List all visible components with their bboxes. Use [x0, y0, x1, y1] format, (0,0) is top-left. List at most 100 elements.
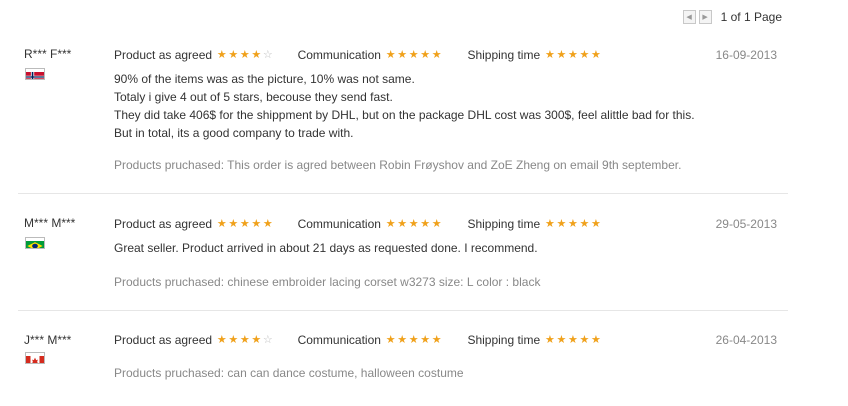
star-rating: ★ ★ ★ ★ ★: [385, 334, 443, 346]
chevron-left-icon[interactable]: ◀: [682, 10, 696, 24]
page-indicator: 1 of 1 Page: [720, 10, 782, 24]
star-filled-icon: ★: [385, 334, 396, 346]
star-filled-icon: ★: [567, 49, 578, 61]
star-filled-icon: ★: [420, 334, 431, 346]
star-rating: ★ ★ ★ ★ ☆: [216, 49, 274, 61]
review-text-line: 90% of the items was as the picture, 10%…: [114, 72, 415, 86]
star-rating: ★ ★ ★ ★ ★: [385, 218, 443, 230]
rating-row: Product as agreed ★ ★ ★ ★ ☆ Communication ★ ★…: [114, 333, 602, 347]
star-filled-icon: ★: [556, 334, 567, 346]
star-filled-icon: ★: [431, 334, 442, 346]
star-filled-icon: ★: [567, 334, 578, 346]
star-filled-icon: ★: [216, 49, 227, 61]
star-filled-icon: ★: [228, 334, 239, 346]
rating-communication: Communication ★ ★ ★ ★ ★: [298, 48, 443, 62]
star-filled-icon: ★: [567, 218, 578, 230]
review-text: Great seller. Product arrived in about 2…: [114, 239, 538, 257]
rating-label-product: Product as agreed: [114, 217, 213, 231]
star-filled-icon: ★: [216, 334, 227, 346]
star-filled-icon: ★: [216, 218, 227, 230]
star-filled-icon: ★: [556, 218, 567, 230]
star-filled-icon: ★: [397, 334, 408, 346]
star-rating: ★ ★ ★ ★ ★: [544, 334, 602, 346]
star-filled-icon: ★: [544, 49, 555, 61]
star-filled-icon: ★: [579, 334, 590, 346]
review-text-line: But in total, its a good company to trad…: [114, 126, 354, 140]
star-filled-icon: ★: [408, 334, 419, 346]
star-filled-icon: ★: [420, 49, 431, 61]
rating-shipping: Shipping time ★ ★ ★ ★ ★: [467, 217, 601, 231]
rating-product: Product as agreed ★ ★ ★ ★ ☆: [114, 333, 274, 347]
review-text-line: They did take 406$ for the shippment by …: [114, 108, 695, 122]
star-filled-icon: ★: [239, 218, 250, 230]
reviewer-name: R*** F***: [24, 47, 72, 61]
rating-shipping: Shipping time ★ ★ ★ ★ ★: [467, 333, 601, 347]
star-filled-icon: ★: [590, 218, 601, 230]
rating-label-product: Product as agreed: [114, 48, 213, 62]
rating-row: Product as agreed ★ ★ ★ ★ ★ Communication ★ ★…: [114, 217, 602, 231]
star-filled-icon: ★: [251, 334, 262, 346]
star-filled-icon: ★: [590, 49, 601, 61]
products-purchased: Products pruchased: can can dance costum…: [114, 366, 464, 380]
rating-label-communication: Communication: [297, 333, 381, 347]
divider: [18, 310, 788, 311]
rating-communication: Communication ★ ★ ★ ★ ★: [298, 217, 443, 231]
star-filled-icon: ★: [228, 49, 239, 61]
star-filled-icon: ★: [385, 218, 396, 230]
star-filled-icon: ★: [556, 49, 567, 61]
star-filled-icon: ★: [590, 334, 601, 346]
review-date: 16-09-2013: [715, 48, 777, 62]
rating-label-shipping: Shipping time: [467, 48, 541, 62]
star-filled-icon: ★: [239, 49, 250, 61]
star-filled-icon: ★: [544, 218, 555, 230]
star-empty-icon: ☆: [262, 49, 273, 61]
star-filled-icon: ★: [397, 49, 408, 61]
rating-product: Product as agreed ★ ★ ★ ★ ★: [114, 217, 274, 231]
review-text: 90% of the items was as the picture, 10%…: [114, 70, 695, 142]
star-rating: ★ ★ ★ ★ ☆: [216, 334, 274, 346]
star-filled-icon: ★: [544, 334, 555, 346]
rating-label-communication: Communication: [297, 217, 381, 231]
star-rating: ★ ★ ★ ★ ★: [544, 218, 602, 230]
star-filled-icon: ★: [251, 49, 262, 61]
pagination: ◀ ▶ 1 of 1 Page: [682, 10, 782, 24]
star-empty-icon: ☆: [262, 334, 273, 346]
divider: [18, 193, 788, 194]
canada-flag-icon: [25, 352, 45, 364]
rating-shipping: Shipping time ★ ★ ★ ★ ★: [467, 48, 601, 62]
star-filled-icon: ★: [431, 218, 442, 230]
reviewer-name: M*** M***: [24, 216, 76, 230]
rating-row: Product as agreed ★ ★ ★ ★ ☆ Communication ★ ★…: [114, 48, 602, 62]
reviewer-name: J*** M***: [24, 333, 72, 347]
rating-product: Product as agreed ★ ★ ★ ★ ☆: [114, 48, 274, 62]
review-text-line: Totaly i give 4 out of 5 stars, becouse …: [114, 90, 393, 104]
star-filled-icon: ★: [397, 218, 408, 230]
chevron-right-icon[interactable]: ▶: [698, 10, 712, 24]
star-filled-icon: ★: [228, 218, 239, 230]
brazil-flag-icon: [25, 237, 45, 249]
rating-label-communication: Communication: [297, 48, 381, 62]
star-filled-icon: ★: [408, 218, 419, 230]
products-purchased: Products pruchased: chinese embroider la…: [114, 275, 541, 289]
star-filled-icon: ★: [408, 49, 419, 61]
review-date: 29-05-2013: [715, 217, 777, 231]
review-date: 26-04-2013: [715, 333, 777, 347]
star-filled-icon: ★: [251, 218, 262, 230]
norway-flag-icon: [25, 68, 45, 80]
star-filled-icon: ★: [431, 49, 442, 61]
star-filled-icon: ★: [385, 49, 396, 61]
rating-label-product: Product as agreed: [114, 333, 213, 347]
review-text-line: Great seller. Product arrived in about 2…: [114, 241, 538, 255]
star-filled-icon: ★: [420, 218, 431, 230]
star-filled-icon: ★: [579, 218, 590, 230]
star-filled-icon: ★: [262, 218, 273, 230]
star-filled-icon: ★: [579, 49, 590, 61]
star-rating: ★ ★ ★ ★ ★: [216, 218, 274, 230]
star-rating: ★ ★ ★ ★ ★: [385, 49, 443, 61]
rating-label-shipping: Shipping time: [467, 333, 541, 347]
star-rating: ★ ★ ★ ★ ★: [544, 49, 602, 61]
star-filled-icon: ★: [239, 334, 250, 346]
rating-communication: Communication ★ ★ ★ ★ ★: [298, 333, 443, 347]
rating-label-shipping: Shipping time: [467, 217, 541, 231]
products-purchased: Products pruchased: This order is agred …: [114, 158, 682, 172]
